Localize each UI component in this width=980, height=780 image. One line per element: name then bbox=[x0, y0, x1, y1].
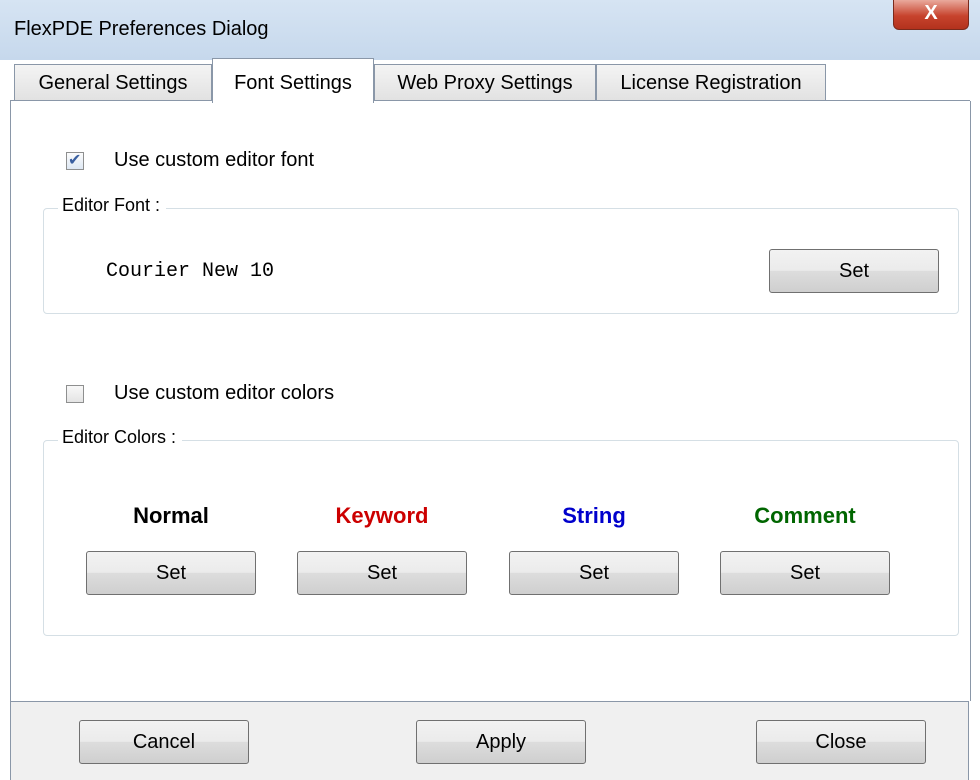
apply-label: Apply bbox=[475, 731, 527, 753]
set-comment-color-button[interactable]: Set bbox=[720, 551, 890, 595]
title-bar[interactable]: FlexPDE Preferences Dialog X bbox=[0, 0, 980, 60]
set-normal-label: Set bbox=[155, 562, 187, 584]
set-comment-label: Set bbox=[789, 562, 821, 584]
set-keyword-label: Set bbox=[366, 562, 398, 584]
current-font-display: Courier New 10 bbox=[106, 260, 275, 283]
close-label: Close bbox=[815, 731, 867, 753]
tab-label: General Settings bbox=[38, 72, 188, 94]
keyword-color-label: Keyword bbox=[335, 503, 429, 528]
tab-label: Font Settings bbox=[234, 72, 352, 94]
custom-font-label: Use custom editor font bbox=[114, 149, 315, 171]
tab-label: License Registration bbox=[620, 72, 802, 94]
custom-font-option[interactable]: ✔ Use custom editor font bbox=[66, 149, 314, 172]
set-font-label: Set bbox=[838, 260, 870, 282]
tab-label: Web Proxy Settings bbox=[397, 72, 573, 94]
tab-font-settings[interactable]: Font Settings bbox=[212, 58, 374, 103]
cancel-button[interactable]: Cancel bbox=[79, 720, 249, 764]
checkmark-icon: ✔ bbox=[68, 151, 82, 169]
set-font-button[interactable]: Set bbox=[769, 249, 939, 293]
close-button[interactable]: Close bbox=[756, 720, 926, 764]
close-icon: X bbox=[924, 2, 938, 24]
window-close-button[interactable]: X bbox=[893, 0, 969, 30]
set-string-color-button[interactable]: Set bbox=[509, 551, 679, 595]
preferences-dialog: FlexPDE Preferences Dialog X General Set… bbox=[0, 0, 980, 780]
tab-web-proxy-settings[interactable]: Web Proxy Settings bbox=[374, 64, 596, 100]
set-normal-color-button[interactable]: Set bbox=[86, 551, 256, 595]
custom-font-checkbox[interactable]: ✔ bbox=[66, 151, 84, 170]
window-title: FlexPDE Preferences Dialog bbox=[14, 18, 269, 40]
custom-colors-label: Use custom editor colors bbox=[114, 382, 335, 404]
window-left-edge bbox=[0, 60, 10, 780]
editor-font-legend: Editor Font : bbox=[58, 195, 167, 216]
comment-color-label: Comment bbox=[754, 503, 856, 528]
editor-colors-legend: Editor Colors : bbox=[58, 427, 183, 448]
tab-license-registration[interactable]: License Registration bbox=[596, 64, 826, 100]
cancel-label: Cancel bbox=[132, 731, 196, 753]
set-keyword-color-button[interactable]: Set bbox=[297, 551, 467, 595]
custom-colors-checkbox[interactable] bbox=[66, 384, 84, 403]
set-string-label: Set bbox=[578, 562, 610, 584]
dialog-footer: Cancel Apply Close bbox=[10, 701, 969, 780]
tab-general-settings[interactable]: General Settings bbox=[14, 64, 212, 100]
normal-color-label: Normal bbox=[133, 503, 209, 528]
editor-font-group: Editor Font : Courier New 10 Set bbox=[43, 195, 959, 314]
apply-button[interactable]: Apply bbox=[416, 720, 586, 764]
font-settings-panel: ✔ Use custom editor font Editor Font : C… bbox=[10, 101, 971, 701]
string-color-label: String bbox=[562, 503, 626, 528]
editor-colors-group: Editor Colors : Normal Keyword String Co… bbox=[43, 427, 959, 636]
custom-colors-option[interactable]: Use custom editor colors bbox=[66, 382, 334, 405]
